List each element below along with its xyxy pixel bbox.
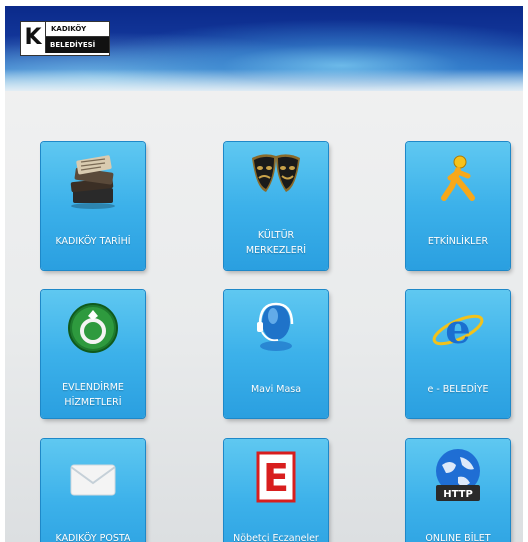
wedding-ring-icon [68,303,118,353]
logo-line1: KADIKÖY [46,22,109,37]
kiosk-screen: K KADIKÖY BELEDİYESİ KADIKÖY TARİHİ KÜLT… [5,6,523,542]
internet-explorer-icon: e [432,306,484,353]
tile-mavi-masa[interactable]: Mavi Masa [224,290,328,418]
tile-kultur-merkezleri[interactable]: KÜLTÜR MERKEZLERİ [224,142,328,270]
pharmacy-e-icon: E [256,451,296,503]
kadikoy-logo: K KADIKÖY BELEDİYESİ [20,21,110,56]
running-man-icon [441,155,475,201]
tile-e-belediye[interactable]: e e - BELEDİYE [406,290,510,418]
tile-label: KÜLTÜR MERKEZLERİ [245,230,307,256]
logo-line2: BELEDİYESİ [46,37,109,53]
tile-label: EVLENDİRME HİZMETLERİ [62,382,124,408]
tile-nobetci-eczaneler[interactable]: E Nöbetçi Eczaneler [224,439,328,542]
tile-kadikoy-posta[interactable]: KADIKÖY POSTA [41,439,145,542]
tile-label: ONLINE BİLET [425,533,491,542]
newspapers-icon [70,155,115,209]
tile-evlendirme-hizmetleri[interactable]: EVLENDİRME HİZMETLERİ [41,290,145,418]
header-banner: K KADIKÖY BELEDİYESİ [5,6,523,91]
theater-masks-icon [252,154,300,192]
svg-text:E: E [263,456,289,500]
tile-label: e - BELEDİYE [427,384,489,395]
tile-online-bilet[interactable]: HTTP ONLINE BİLET [406,439,510,542]
tile-label: ETKİNLİKLER [427,236,489,247]
svg-text:HTTP: HTTP [443,489,473,500]
headset-person-icon [257,302,294,351]
envelope-icon [70,464,116,496]
svg-text:e: e [445,306,470,353]
tile-label: Mavi Masa [250,384,302,395]
globe-http-icon: HTTP [436,449,480,501]
tile-label: Nöbetçi Eczaneler [233,533,319,542]
logo-letter: K [21,22,46,53]
tile-label: KADIKÖY POSTA [55,533,131,542]
tile-label: KADIKÖY TARİHİ [55,236,131,247]
tile-kadikoy-tarihi[interactable]: KADIKÖY TARİHİ [41,142,145,270]
tile-etkinlikler[interactable]: ETKİNLİKLER [406,142,510,270]
